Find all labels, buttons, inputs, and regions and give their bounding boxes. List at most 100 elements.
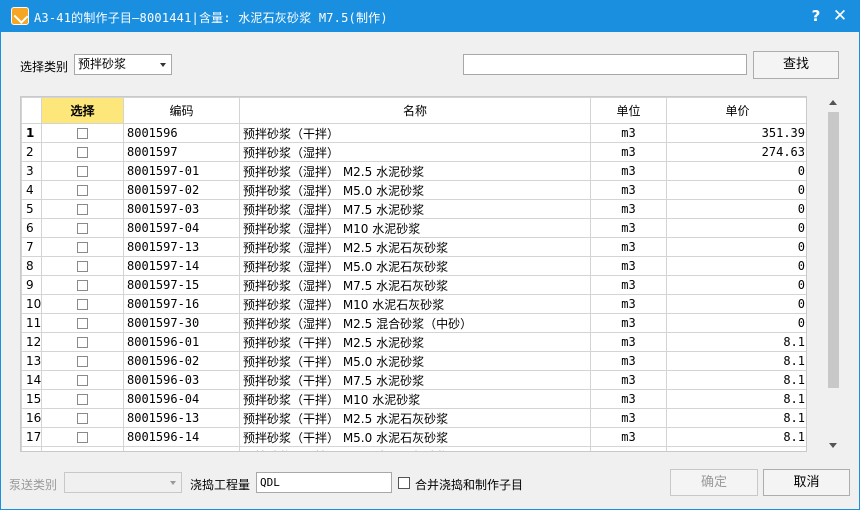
table-row[interactable]: 4 8001597-02 预拌砂浆（湿拌） M5.0 水泥砂浆 m3 0 [21,180,806,200]
row-checkbox[interactable] [77,394,88,405]
row-checkbox-cell[interactable] [41,161,124,181]
table-row[interactable]: 11 8001597-30 预拌砂浆（湿拌） M2.5 混合砂浆（中砂） m3 0 [21,313,806,333]
table-row[interactable]: 7 8001597-13 预拌砂浆（湿拌） M2.5 水泥石灰砂浆 m3 0 [21,237,806,257]
code-cell: 8001596-04 [123,389,240,409]
row-checkbox[interactable] [77,356,88,367]
scroll-up-icon[interactable] [826,96,840,110]
column-header-price[interactable]: 单价 [666,97,806,124]
price-cell: 0 [666,275,806,295]
table-row[interactable]: 17 8001596-14 预拌砂浆（干拌） M5.0 水泥石灰砂浆 m3 8.1 [21,427,806,447]
name-cell: 预拌砂浆（干拌） M10 水泥砂浆 [239,389,591,409]
row-checkbox[interactable] [77,223,88,234]
row-checkbox[interactable] [77,318,88,329]
unit-cell: m3 [590,446,667,451]
merge-label: 合并浇捣和制作子目 [415,478,524,492]
cancel-button[interactable]: 取消 [763,469,850,496]
row-number: 8 [21,256,42,276]
row-checkbox[interactable] [77,432,88,443]
row-checkbox-cell[interactable] [41,123,124,143]
table-row[interactable]: 2 8001597 预拌砂浆（湿拌） m3 274.63 [21,142,806,162]
row-checkbox[interactable] [77,166,88,177]
pump-select[interactable] [64,472,182,493]
pump-label: 泵送类别 [9,478,58,492]
unit-cell: m3 [590,180,667,200]
table-row[interactable]: 8 8001597-14 预拌砂浆（湿拌） M5.0 水泥石灰砂浆 m3 0 [21,256,806,276]
search-button[interactable]: 查找 [753,51,839,79]
unit-cell: m3 [590,313,667,333]
grid-scrollbar[interactable] [826,96,840,452]
name-cell: 预拌砂浆（干拌） M2.5 水泥砂浆 [239,332,591,352]
table-row[interactable]: 12 8001596-01 预拌砂浆（干拌） M2.5 水泥砂浆 m3 8.1 [21,332,806,352]
name-cell: 预拌砂浆（干拌） M5.0 水泥石灰砂浆 [239,427,591,447]
row-checkbox[interactable] [77,299,88,310]
name-cell: 预拌砂浆（湿拌） M7.5 水泥砂浆 [239,199,591,219]
close-button[interactable]: ✕ [830,6,850,26]
row-checkbox[interactable] [77,280,88,291]
unit-cell: m3 [590,370,667,390]
name-cell: 预拌砂浆（湿拌） M7.5 水泥石灰砂浆 [239,275,591,295]
row-checkbox-cell[interactable] [41,332,124,352]
column-header-code[interactable]: 编码 [123,97,240,124]
search-input[interactable] [463,54,747,75]
table-row[interactable]: 9 8001597-15 预拌砂浆（湿拌） M7.5 水泥石灰砂浆 m3 0 [21,275,806,295]
column-header-select[interactable]: 选择 [41,97,124,124]
unit-cell: m3 [590,389,667,409]
category-select[interactable]: 预拌砂浆 [74,54,172,75]
row-checkbox[interactable] [77,413,88,424]
row-checkbox[interactable] [77,147,88,158]
table-row[interactable]: 6 8001597-04 预拌砂浆（湿拌） M10 水泥砂浆 m3 0 [21,218,806,238]
code-cell: 8001597-01 [123,161,240,181]
table-row[interactable]: 18 8001596-15预拌砂浆（干拌） M7.5 水泥石灰砂浆m38.1 [21,446,806,452]
row-checkbox[interactable] [77,185,88,196]
row-checkbox-cell[interactable] [41,218,124,238]
row-checkbox-cell[interactable] [41,389,124,409]
code-cell: 8001596-15 [123,446,240,451]
row-checkbox-cell[interactable] [41,256,124,276]
category-label: 选择类别 [20,60,69,74]
unit-cell: m3 [590,199,667,219]
row-number: 2 [21,142,42,162]
row-checkbox[interactable] [77,337,88,348]
table-row[interactable]: 14 8001596-03 预拌砂浆（干拌） M7.5 水泥砂浆 m3 8.1 [21,370,806,390]
row-checkbox-cell[interactable] [41,351,124,371]
name-cell: 预拌砂浆（湿拌） M10 水泥砂浆 [239,218,591,238]
ok-button[interactable]: 确定 [670,469,758,496]
unit-cell: m3 [590,123,667,143]
row-checkbox-cell[interactable] [41,427,124,447]
row-checkbox[interactable] [77,204,88,215]
column-header-name[interactable]: 名称 [239,97,591,124]
row-checkbox-cell[interactable] [41,408,124,428]
table-row[interactable]: 13 8001596-02 预拌砂浆（干拌） M5.0 水泥砂浆 m3 8.1 [21,351,806,371]
scroll-thumb[interactable] [828,112,839,388]
row-checkbox-cell[interactable] [41,237,124,257]
row-number: 10 [21,294,42,314]
merge-checkbox[interactable] [398,477,410,489]
table-row[interactable]: 15 8001596-04 预拌砂浆（干拌） M10 水泥砂浆 m3 8.1 [21,389,806,409]
row-checkbox-cell[interactable] [41,180,124,200]
table-row[interactable]: 16 8001596-13 预拌砂浆（干拌） M2.5 水泥石灰砂浆 m3 8.1 [21,408,806,428]
row-checkbox[interactable] [77,261,88,272]
table-row[interactable]: 3 8001597-01 预拌砂浆（湿拌） M2.5 水泥砂浆 m3 0 [21,161,806,181]
name-cell: 预拌砂浆（干拌） M7.5 水泥砂浆 [239,370,591,390]
table-row[interactable]: 5 8001597-03 预拌砂浆（湿拌） M7.5 水泥砂浆 m3 0 [21,199,806,219]
row-checkbox-cell[interactable] [41,446,124,452]
row-checkbox[interactable] [77,128,88,139]
chevron-down-icon [170,481,176,485]
row-checkbox[interactable] [77,451,88,452]
help-button[interactable]: ? [806,6,826,26]
grid-header-row: 选择 编码 名称 单位 单价 [21,97,806,124]
row-checkbox-cell[interactable] [41,313,124,333]
column-header-unit[interactable]: 单位 [590,97,667,124]
table-row[interactable]: 1 8001596 预拌砂浆（干拌） m3 351.39 [21,123,806,143]
row-checkbox-cell[interactable] [41,199,124,219]
pour-quantity-input[interactable]: QDL [256,472,392,493]
table-row[interactable]: 10 8001597-16 预拌砂浆（湿拌） M10 水泥石灰砂浆 m3 0 [21,294,806,314]
row-checkbox-cell[interactable] [41,370,124,390]
row-checkbox-cell[interactable] [41,294,124,314]
row-number: 7 [21,237,42,257]
row-checkbox-cell[interactable] [41,142,124,162]
row-checkbox[interactable] [77,375,88,386]
row-checkbox[interactable] [77,242,88,253]
scroll-down-icon[interactable] [826,438,840,452]
row-checkbox-cell[interactable] [41,275,124,295]
